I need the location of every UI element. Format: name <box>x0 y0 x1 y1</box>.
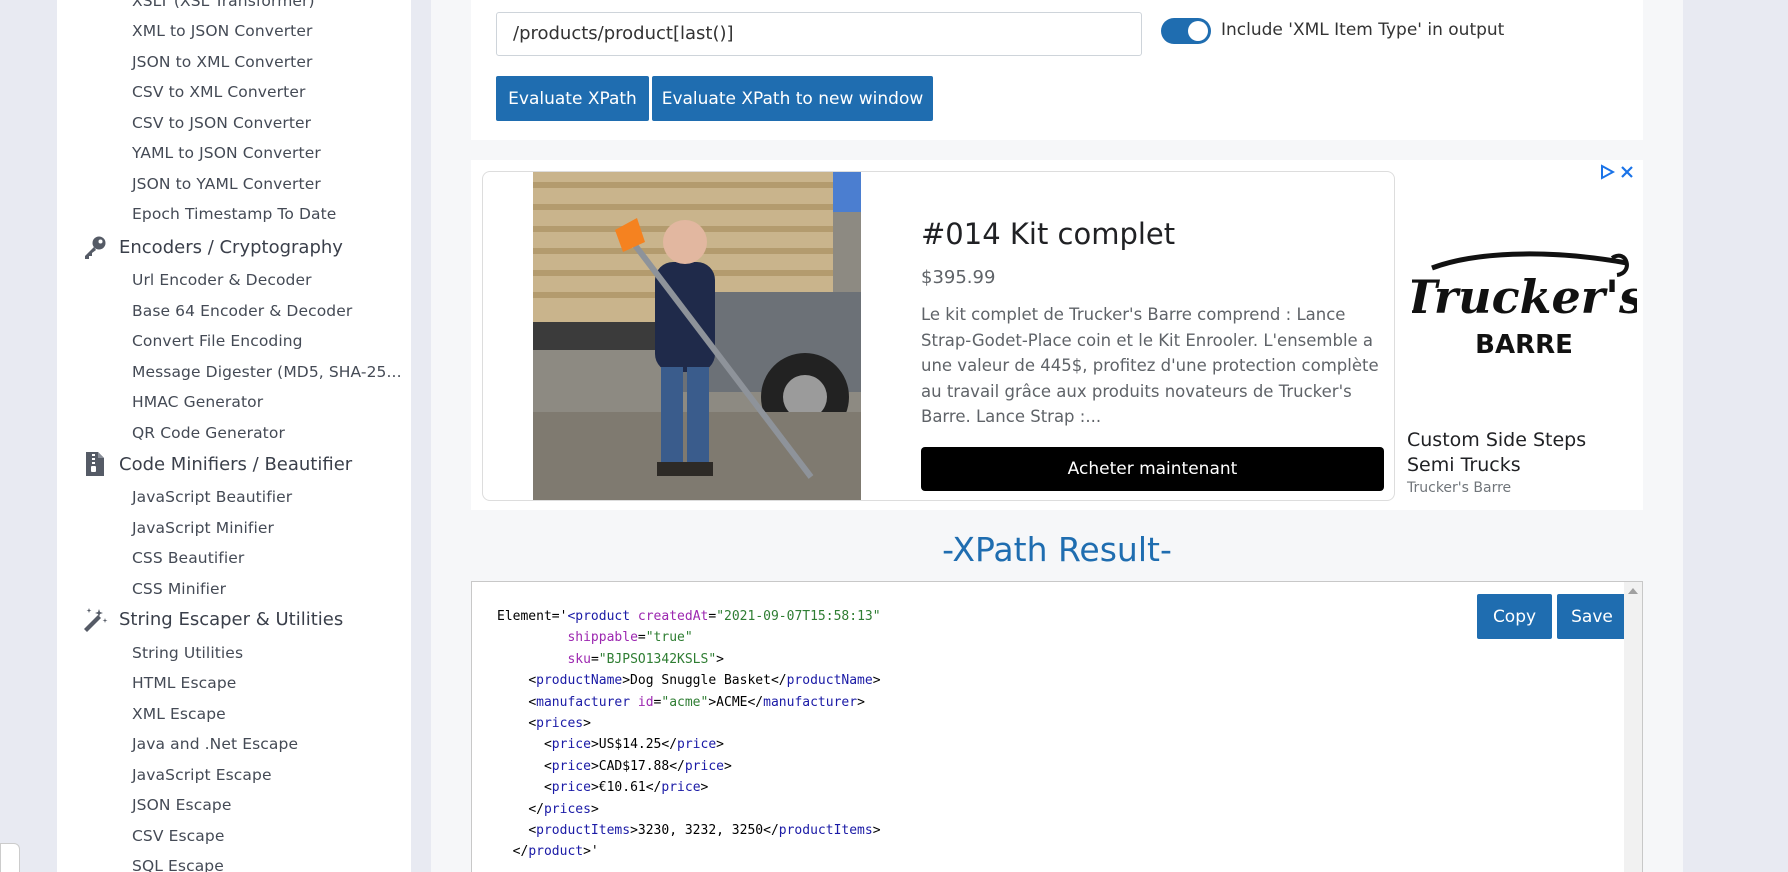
sidebar-section-encoders[interactable]: Encoders / Cryptography <box>81 232 343 262</box>
sidebar-item-qr-code-generator[interactable]: QR Code Generator <box>132 424 285 442</box>
copy-button[interactable]: Copy <box>1477 594 1552 639</box>
key-icon <box>81 233 109 261</box>
scrollbar[interactable] <box>1624 582 1642 872</box>
sidebar-item-js-minifier[interactable]: JavaScript Minifier <box>132 519 274 537</box>
ad-description: Le kit complet de Trucker's Barre compre… <box>921 305 1379 426</box>
sidebar-item-base64[interactable]: Base 64 Encoder & Decoder <box>132 302 352 320</box>
sidebar-item-message-digester[interactable]: Message Digester (MD5, SHA-25... <box>132 363 402 381</box>
code-line: sku="BJPSO1342KSLS"> <box>567 651 724 667</box>
ad-price: $395.99 <box>921 267 996 288</box>
side-drawer-tab[interactable] <box>0 843 20 872</box>
include-item-type-label: Include 'XML Item Type' in output <box>1221 20 1505 40</box>
ad-side-title[interactable]: Custom Side Steps Semi Trucks <box>1407 428 1637 478</box>
code-line: <manufacturer id="acme">ACME</manufactur… <box>528 694 865 710</box>
sidebar-heading-label: String Escaper & Utilities <box>119 608 344 630</box>
sidebar-item-xslt[interactable]: XSLT (XSL Transformer) <box>132 0 315 10</box>
sidebar-item-convert-file-encoding[interactable]: Convert File Encoding <box>132 332 303 350</box>
evaluate-xpath-button[interactable]: Evaluate XPath <box>496 76 649 121</box>
xpath-result-title: -XPath Result- <box>942 530 1172 569</box>
sidebar-item-css-beautifier[interactable]: CSS Beautifier <box>132 549 244 567</box>
code-line: </product>' <box>512 844 599 860</box>
sidebar-item-hmac-generator[interactable]: HMAC Generator <box>132 393 263 411</box>
code-line: <productItems>3230, 3232, 3250</productI… <box>528 823 881 839</box>
sidebar-nav: XSLT (XSL Transformer) XML to JSON Conve… <box>57 0 411 872</box>
sidebar-heading-label: Code Minifiers / Beautifier <box>119 453 353 475</box>
code-line: </prices> <box>528 801 599 817</box>
code-line: <prices> <box>528 716 591 732</box>
sidebar-item-csv-escape[interactable]: CSV Escape <box>132 827 224 845</box>
advertisement: #014 Kit complet $395.99 Le kit complet … <box>471 160 1643 510</box>
toggle-knob <box>1188 21 1208 41</box>
sidebar-item-java-net-escape[interactable]: Java and .Net Escape <box>132 735 298 753</box>
zip-file-icon <box>81 450 109 478</box>
ad-side-source: Trucker's Barre <box>1407 480 1512 496</box>
truckers-barre-logo[interactable]: Trucker's BARRE <box>1412 180 1637 405</box>
evaluate-xpath-new-window-button[interactable]: Evaluate XPath to new window <box>652 76 933 121</box>
sidebar-item-string-utilities[interactable]: String Utilities <box>132 644 243 662</box>
ad-title[interactable]: #014 Kit complet <box>921 217 1175 251</box>
ad-buy-now-button[interactable]: Acheter maintenant <box>921 447 1384 491</box>
adchoices-icon <box>1601 164 1615 180</box>
include-item-type-toggle[interactable] <box>1161 18 1211 44</box>
ad-choices[interactable] <box>1599 163 1641 181</box>
sidebar-item-html-escape[interactable]: HTML Escape <box>132 674 236 692</box>
ad-product-photo[interactable] <box>533 172 861 500</box>
xpath-form-card: /products/product[last()] Include 'XML I… <box>471 0 1643 140</box>
code-line: <productName>Dog Snuggle Basket</product… <box>528 673 881 689</box>
sidebar-item-json-escape[interactable]: JSON Escape <box>132 796 232 814</box>
xpath-expression-input[interactable]: /products/product[last()] <box>496 12 1142 56</box>
sidebar-item-css-minifier[interactable]: CSS Minifier <box>132 580 226 598</box>
sidebar-item-json-to-xml[interactable]: JSON to XML Converter <box>132 53 312 71</box>
code-line: <price>US$14.25</price> <box>543 737 724 753</box>
main-content: /products/product[last()] Include 'XML I… <box>431 0 1683 872</box>
sidebar-item-xml-escape[interactable]: XML Escape <box>132 705 226 723</box>
sidebar-item-json-to-yaml[interactable]: JSON to YAML Converter <box>132 175 321 193</box>
sidebar-item-url-encoder[interactable]: Url Encoder & Decoder <box>132 271 312 289</box>
xpath-result-output[interactable]: Element='<product createdAt="2021-09-07T… <box>471 581 1643 872</box>
sidebar-item-sql-escape[interactable]: SQL Escape <box>132 857 224 872</box>
sidebar-item-javascript-escape[interactable]: JavaScript Escape <box>132 766 272 784</box>
sidebar-heading-label: Encoders / Cryptography <box>119 236 343 258</box>
code-line: Element='<product createdAt="2021-09-07T… <box>497 609 881 624</box>
code-line: shippable="true" <box>567 630 693 646</box>
ad-product-card[interactable]: #014 Kit complet $395.99 Le kit complet … <box>482 171 1395 501</box>
save-button[interactable]: Save <box>1557 594 1627 639</box>
sidebar-item-epoch-timestamp[interactable]: Epoch Timestamp To Date <box>132 205 336 223</box>
sidebar-item-xml-to-json[interactable]: XML to JSON Converter <box>132 22 312 40</box>
logo-wordmark: Trucker's <box>1412 270 1637 324</box>
code-line: <price>CAD$17.88</price> <box>543 758 732 774</box>
result-code: Element='<product createdAt="2021-09-07T… <box>497 606 881 863</box>
sidebar-section-minifiers[interactable]: Code Minifiers / Beautifier <box>81 449 352 479</box>
sidebar-item-js-beautifier[interactable]: JavaScript Beautifier <box>132 488 292 506</box>
close-icon <box>1621 166 1633 178</box>
magic-wand-icon <box>81 605 109 633</box>
sidebar-section-escapers[interactable]: String Escaper & Utilities <box>81 604 343 634</box>
code-line: <price>€10.61</price> <box>543 780 709 796</box>
logo-subtext: BARRE <box>1475 330 1573 360</box>
sidebar-item-yaml-to-json[interactable]: YAML to JSON Converter <box>132 144 321 162</box>
sidebar-item-csv-to-json[interactable]: CSV to JSON Converter <box>132 114 311 132</box>
sidebar-item-csv-to-xml[interactable]: CSV to XML Converter <box>132 83 305 101</box>
scroll-up-arrow-icon[interactable] <box>1628 588 1638 594</box>
